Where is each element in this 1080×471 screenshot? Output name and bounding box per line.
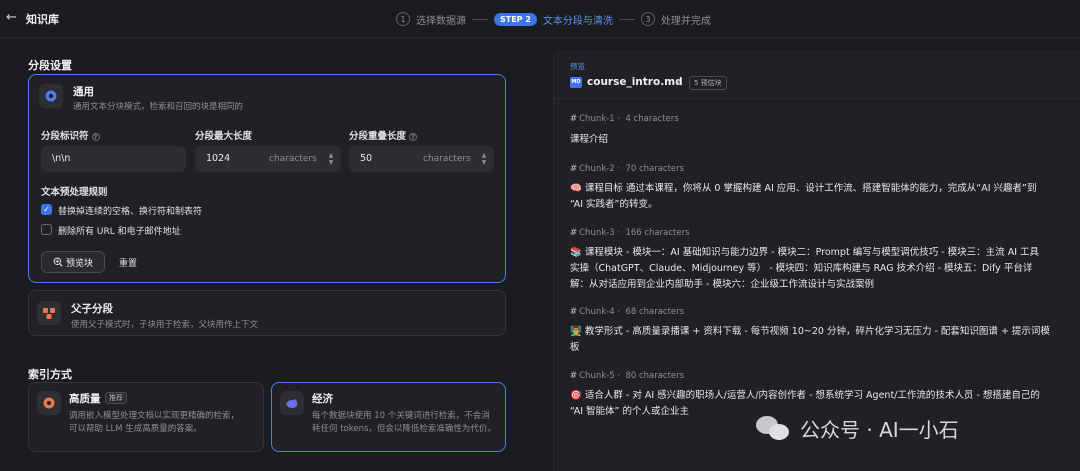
chunk-content: 🧠 课程目标 通过本课程，你将从 0 掌握构建 AI 应用、设计工作流、搭建智能… <box>570 183 1037 210</box>
chunk-header: # Chunk-1 · 4 characters <box>570 114 679 124</box>
general-mode-desc: 通用文本分块模式，检索和召回的块是相同的 <box>73 102 244 112</box>
wechat-logo-icon <box>756 414 792 442</box>
economy-title: 经济 <box>312 393 333 405</box>
step-3-label: 处理并完成 <box>660 15 711 27</box>
max-length-input[interactable]: 1024 characters ▲ ▼ <box>195 146 341 172</box>
parent-child-desc: 使用父子模式时，子块用于检索，父块用作上下文 <box>71 320 259 330</box>
divider <box>554 98 1080 99</box>
step-1-number: 1 <box>396 12 410 26</box>
stepper-icon[interactable]: ▲ ▼ <box>327 152 335 166</box>
max-length-unit: characters <box>269 154 317 164</box>
general-mode-icon <box>39 84 63 108</box>
max-length-label: 分段最大长度 <box>195 131 253 142</box>
chunk-content: 👨‍🏫 教学形式 - 高质量录播课 + 资料下载 - 每节视频 10~20 分钟… <box>570 326 1050 353</box>
parent-child-title: 父子分段 <box>71 303 113 315</box>
general-mode-card[interactable]: 通用 通用文本分块模式，检索和召回的块是相同的 分段标识符? \n\n 分段最大… <box>28 74 506 283</box>
zoom-in-icon <box>53 257 63 267</box>
step-3-number: 3 <box>640 12 655 26</box>
settings-pane: 分段设置 通用 通用文本分块模式，检索和召回的块是相同的 分段标识符? \n\n… <box>0 38 530 471</box>
step-1-label: 选择数据源 <box>416 15 466 27</box>
high-quality-title: 高质量 <box>69 393 101 405</box>
file-name[interactable]: course_intro.md <box>587 76 683 88</box>
recommended-badge: 推荐 <box>105 392 127 404</box>
rule1-label: 替换掉连续的空格、换行符和制表符 <box>58 207 203 217</box>
chunk-count-badge: 5 预估块 <box>689 76 727 90</box>
preview-chunks-button[interactable]: 预览块 <box>41 251 105 273</box>
step-divider <box>618 18 635 20</box>
chunk-header: # Chunk-5 · 80 characters <box>570 371 685 381</box>
preview-tag: 预览 <box>570 62 585 71</box>
markdown-file-icon: MD <box>570 77 582 88</box>
hash-icon: # <box>570 164 578 174</box>
economy-desc-1: 每个数据块使用 10 个关键词进行检索，不会消 <box>312 411 490 421</box>
stepper-icon[interactable]: ▲ ▼ <box>480 152 488 166</box>
overlap-label: 分段重叠长度? <box>349 128 418 142</box>
overlap-unit: characters <box>423 154 471 164</box>
step-2-pill: STEP 2 <box>494 12 537 26</box>
hash-icon: # <box>570 307 578 317</box>
economy-icon <box>280 391 304 415</box>
rules-heading: 文本预处理规则 <box>41 187 108 198</box>
help-icon[interactable]: ? <box>91 132 100 141</box>
hash-icon: # <box>570 114 578 124</box>
chevron-down-icon[interactable]: ⌄ <box>674 76 682 86</box>
hash-icon: # <box>570 371 578 381</box>
step-2-label: 文本分段与清洗 <box>542 15 613 27</box>
high-quality-desc-1: 调用嵌入模型处理文档以实现更精确的检索， <box>69 411 240 421</box>
overlap-input[interactable]: 50 characters ▲ ▼ <box>349 146 494 172</box>
overlap-value: 50 <box>360 153 373 164</box>
hash-icon: # <box>570 228 578 238</box>
segment-heading: 分段设置 <box>28 59 72 72</box>
rule1-checkbox[interactable]: ✓ <box>41 204 52 215</box>
index-heading: 索引方式 <box>28 368 72 381</box>
stepper: 1 选择数据源 STEP 2 文本分段与清洗 3 处理并完成 <box>396 11 711 27</box>
economy-desc-2: 耗任何 tokens，但会以降低检索准确性为代价。 <box>312 424 496 434</box>
chunk-header: # Chunk-4 · 68 characters <box>570 307 685 317</box>
chunk-content: 📚 课程模块 - 模块一：AI 基础知识与能力边界 - 模块二：Prompt 编… <box>570 247 1040 290</box>
watermark-text: 公众号 · AI一小石 <box>800 417 959 442</box>
economy-card[interactable]: 经济 每个数据块使用 10 个关键词进行检索，不会消 耗任何 tokens，但会… <box>271 382 506 452</box>
high-quality-card[interactable]: 高质量 推荐 调用嵌入模型处理文档以实现更精确的检索， 可以帮助 LLM 生成高… <box>28 382 264 452</box>
rule2-label: 删除所有 URL 和电子邮件地址 <box>58 227 181 237</box>
separator-input[interactable]: \n\n <box>41 146 186 172</box>
preview-pane: 预览 MD course_intro.md ⌄ 5 预估块 # Chunk-1 ·… <box>553 50 1080 471</box>
high-quality-icon <box>37 391 61 415</box>
chunk-content: 课程介绍 <box>570 134 609 145</box>
chunk-header: # Chunk-2 · 70 characters <box>570 164 685 174</box>
watermark: 公众号 · AI一小石 <box>756 410 959 446</box>
rule2-checkbox[interactable] <box>41 224 52 235</box>
top-bar: ← 知识库 1 选择数据源 STEP 2 文本分段与清洗 3 处理并完成 <box>0 0 1080 38</box>
page-title: 知识库 <box>26 13 59 26</box>
max-length-value: 1024 <box>206 153 231 164</box>
general-mode-title: 通用 <box>73 86 94 98</box>
parent-child-mode-card[interactable]: 父子分段 使用父子模式时，子块用于检索，父块用作上下文 <box>28 290 506 336</box>
high-quality-desc-2: 可以帮助 LLM 生成高质量的答案。 <box>69 424 202 434</box>
separator-label: 分段标识符? <box>41 128 100 142</box>
chunk-header: # Chunk-3 · 166 characters <box>570 228 690 238</box>
preview-chunks-label: 预览块 <box>65 258 93 269</box>
parent-child-icon <box>37 301 61 325</box>
arrow-left-icon[interactable]: ← <box>6 11 20 25</box>
help-icon[interactable]: ? <box>409 132 418 141</box>
step-divider <box>472 18 488 20</box>
reset-button[interactable]: 重置 <box>119 256 137 269</box>
